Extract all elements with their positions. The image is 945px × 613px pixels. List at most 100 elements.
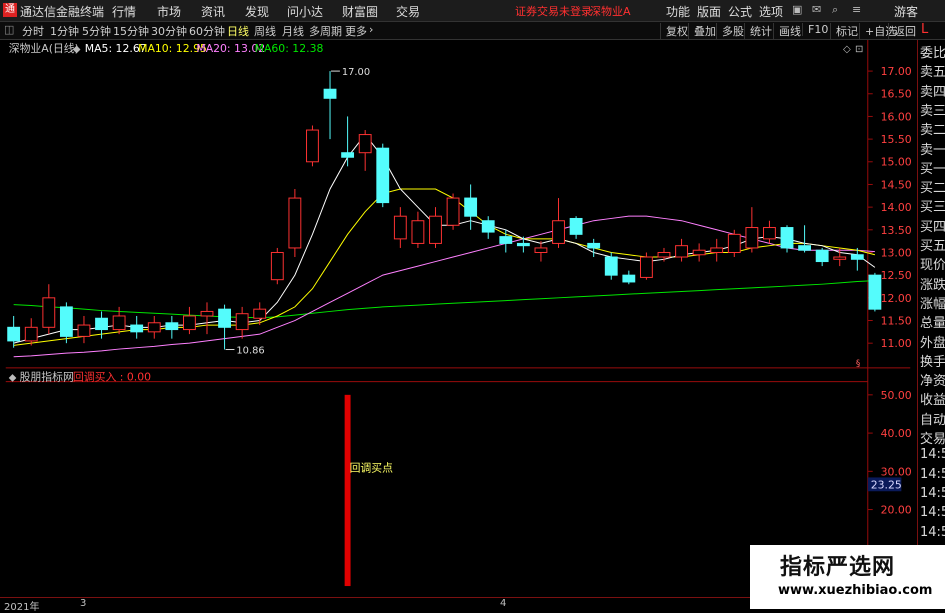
current-stock-name: 深物业A bbox=[590, 5, 631, 18]
period-intraday[interactable]: 分时 bbox=[22, 23, 44, 39]
menu-icon[interactable]: ≡ bbox=[852, 3, 861, 16]
quote-field-label: 卖二 bbox=[920, 123, 945, 139]
tool-f10[interactable]: F10 bbox=[802, 23, 828, 36]
candle bbox=[868, 272, 882, 312]
candle bbox=[393, 207, 407, 248]
skin-icon[interactable]: ▣ bbox=[792, 3, 802, 16]
date-label-year: 2021年 bbox=[4, 602, 40, 613]
settings-diamond-icon: ◇ bbox=[843, 44, 851, 55]
quote-panel[interactable]: 委比 卖五 卖四 卖三 卖二 卖一 买一 买二 买三 买四 买五 现价 涨跌 涨幅 总量 外盘 换手 净资 收益 自动… bbox=[917, 40, 945, 609]
period-toolbar: ◫ 分时 1分钟 5分钟 15分钟 30分钟 60分钟 日线 周线 月线 多周期… bbox=[0, 22, 945, 40]
ma10-line bbox=[13, 188, 876, 346]
candle bbox=[745, 207, 759, 253]
candle bbox=[235, 306, 249, 339]
chevron-right-icon[interactable]: › bbox=[369, 23, 373, 36]
quote-field-label: 卖一 bbox=[920, 142, 945, 158]
tool-overlay[interactable]: 叠加 bbox=[688, 23, 716, 39]
quote-field-label: 总量 bbox=[920, 316, 945, 332]
quote-field-label: 14:56 bbox=[920, 524, 945, 540]
price-tick-label: 17.00 bbox=[881, 65, 912, 78]
candle bbox=[499, 229, 513, 253]
indicator-value-box: 23.25 bbox=[867, 477, 902, 491]
price-tick-label: 11.00 bbox=[881, 337, 912, 350]
dropdown-icon: ◆ bbox=[73, 44, 81, 55]
watermark-title: 指标严选网 bbox=[780, 555, 896, 580]
tool-draw[interactable]: 画线 bbox=[773, 23, 801, 39]
period-30min[interactable]: 30分钟 bbox=[151, 23, 187, 39]
menu-market[interactable]: 市场 bbox=[157, 3, 181, 20]
candle bbox=[692, 243, 706, 262]
quote-field-label: 14:56 bbox=[920, 485, 945, 501]
menu-function[interactable]: 功能 bbox=[666, 3, 690, 20]
price-tick-label: 13.00 bbox=[881, 246, 912, 259]
price-tick-label: 16.00 bbox=[881, 110, 912, 123]
quote-field-label: 外盘 bbox=[920, 335, 945, 351]
sub-indicator-value: 回调买入 : 0.00 bbox=[73, 371, 151, 384]
menu-formula[interactable]: 公式 bbox=[728, 3, 752, 20]
search-icon[interactable]: ⌕ bbox=[832, 3, 838, 17]
signal-bars bbox=[344, 394, 351, 587]
menu-layout[interactable]: 版面 bbox=[697, 3, 721, 20]
menu-trade[interactable]: 交易 bbox=[396, 3, 420, 20]
candle bbox=[7, 315, 21, 348]
price-tick-label: 15.50 bbox=[881, 133, 912, 146]
period-weekly[interactable]: 周线 bbox=[254, 23, 276, 39]
quote-field-label: 14:56 bbox=[920, 505, 945, 521]
signal-bar bbox=[344, 394, 351, 587]
ma60-line bbox=[13, 280, 875, 319]
tool-back[interactable]: 返回 bbox=[888, 23, 916, 39]
tool-stats[interactable]: 统计 bbox=[744, 23, 772, 39]
candle bbox=[323, 71, 337, 140]
panel-toggle-icon[interactable]: ◫ bbox=[4, 23, 14, 36]
menu-fortune[interactable]: 财富圈 bbox=[342, 3, 378, 20]
period-monthly[interactable]: 月线 bbox=[282, 23, 304, 39]
expand-icon: ⊡ bbox=[855, 44, 863, 55]
price-tick-label: 16.50 bbox=[881, 88, 912, 101]
menu-discover[interactable]: 发现 bbox=[245, 3, 269, 20]
price-tick-label: 11.50 bbox=[881, 314, 912, 327]
quote-field-label: 买五 bbox=[920, 239, 945, 254]
trade-login-warning[interactable]: 证券交易未登录 bbox=[515, 3, 592, 19]
quote-field-label: 收益 bbox=[920, 393, 945, 409]
period-15min[interactable]: 15分钟 bbox=[113, 23, 149, 39]
mail-icon[interactable]: ✉ bbox=[812, 3, 821, 16]
period-60min[interactable]: 60分钟 bbox=[189, 23, 225, 39]
candle bbox=[464, 184, 478, 230]
main-stock-title: 深物业A(日线) bbox=[9, 41, 79, 55]
candle bbox=[763, 220, 776, 244]
menu-quotes[interactable]: 行情 bbox=[112, 3, 136, 20]
indicator-tick-label: 50.00 bbox=[881, 389, 912, 402]
tool-mark[interactable]: 标记 bbox=[830, 23, 858, 39]
candle bbox=[218, 304, 231, 350]
candle bbox=[130, 315, 144, 339]
candles bbox=[7, 71, 882, 350]
menu-options[interactable]: 选项 bbox=[759, 3, 783, 20]
quote-field-label: 卖三 bbox=[920, 103, 945, 119]
user-label[interactable]: 游客 bbox=[894, 3, 918, 20]
candle bbox=[77, 315, 91, 344]
tool-adjust[interactable]: 复权 bbox=[660, 23, 688, 39]
period-1min[interactable]: 1分钟 bbox=[50, 23, 79, 39]
quote-field-label: 委比 bbox=[920, 46, 945, 61]
watermark-logo: 指标严选网 www.xuezhibiao.com bbox=[750, 545, 945, 609]
high-price-label: 17.00 bbox=[342, 67, 370, 78]
period-more[interactable]: 更多 bbox=[345, 23, 367, 39]
candle bbox=[622, 270, 636, 285]
menu-news[interactable]: 资讯 bbox=[201, 3, 225, 20]
tool-multistock[interactable]: 多股 bbox=[716, 23, 744, 39]
candle bbox=[815, 247, 829, 267]
period-5min[interactable]: 5分钟 bbox=[82, 23, 111, 39]
corner-mark: L bbox=[921, 22, 929, 37]
indicator-current-value: 23.25 bbox=[871, 478, 902, 491]
quote-field-label: 涨跌 bbox=[920, 277, 945, 293]
candle bbox=[587, 238, 601, 258]
period-daily[interactable]: 日线 bbox=[227, 23, 249, 39]
low-price-label: 10.86 bbox=[236, 345, 264, 356]
candle bbox=[569, 216, 583, 239]
kline-chart[interactable]: 深物业A(日线) ◆ MA5: 12.67 MA10: 12.95 MA20: … bbox=[0, 40, 916, 590]
app-logo-icon: 通 bbox=[3, 3, 17, 17]
candle bbox=[675, 238, 688, 262]
menu-ask[interactable]: 问小达 bbox=[287, 3, 323, 20]
period-multi[interactable]: 多周期 bbox=[309, 23, 342, 39]
quote-field-label: 买一 bbox=[920, 161, 945, 177]
